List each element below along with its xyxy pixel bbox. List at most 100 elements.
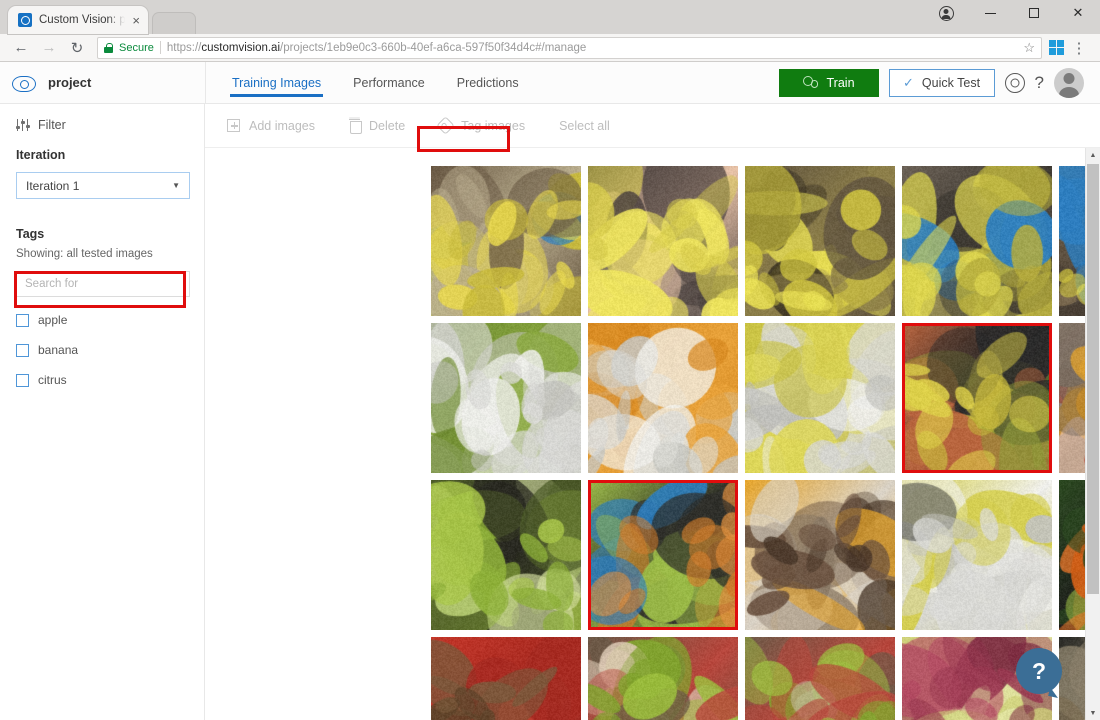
- quick-test-button[interactable]: ✓ Quick Test: [888, 68, 995, 97]
- tag-label-citrus: citrus: [38, 373, 67, 387]
- checkbox-banana[interactable]: [16, 343, 29, 357]
- minimize-icon: [984, 12, 996, 14]
- add-image-icon: [227, 119, 240, 132]
- tab-predictions[interactable]: Predictions: [441, 62, 535, 103]
- delete-button[interactable]: Delete: [349, 118, 406, 134]
- image-tile[interactable]: [431, 480, 581, 630]
- tags-heading: Tags: [16, 227, 45, 241]
- image-tile[interactable]: [588, 323, 738, 473]
- vertical-scrollbar[interactable]: ▲ ▼: [1085, 148, 1100, 720]
- image-tile[interactable]: [745, 166, 895, 316]
- iteration-select[interactable]: Iteration 1 ▼: [16, 172, 190, 199]
- header-actions: Train ✓ Quick Test ?: [778, 67, 1100, 98]
- settings-gear-icon[interactable]: [1004, 72, 1025, 93]
- custom-vision-eye-icon: [12, 72, 36, 94]
- browser-tab[interactable]: Custom Vision: project - ×: [8, 6, 148, 34]
- tag-images-button[interactable]: Tag images: [436, 116, 526, 135]
- image-grid-scroll-area: ▲ ▼ ?: [205, 148, 1100, 720]
- secure-label: Secure: [119, 41, 154, 54]
- image-tile[interactable]: [588, 637, 738, 720]
- close-icon: ✕: [1072, 5, 1084, 20]
- scroll-down-arrow[interactable]: ▼: [1086, 706, 1100, 720]
- check-icon: ✓: [903, 74, 914, 90]
- image-tile-selected[interactable]: [902, 323, 1052, 473]
- showing-status: Showing: all tested images: [16, 248, 153, 260]
- image-thumbnail: [431, 166, 581, 316]
- image-tile[interactable]: [745, 323, 895, 473]
- app-body: Filter Iteration Iteration 1 ▼ Tags Show…: [0, 104, 1100, 720]
- tab-training-images[interactable]: Training Images: [216, 62, 337, 103]
- tab-performance[interactable]: Performance: [337, 62, 441, 103]
- browser-menu-button[interactable]: ⋮: [1066, 36, 1092, 60]
- app-brand[interactable]: project: [0, 72, 205, 94]
- train-button[interactable]: Train: [778, 68, 879, 97]
- user-avatar[interactable]: [1054, 67, 1084, 98]
- image-tile[interactable]: [431, 166, 581, 316]
- image-thumbnail: [588, 323, 738, 473]
- browser-profile-button[interactable]: [924, 0, 968, 26]
- address-bar[interactable]: Secure https://customvision.ai/projects/…: [97, 36, 1042, 59]
- scroll-up-arrow[interactable]: ▲: [1086, 148, 1100, 162]
- filter-sliders-icon: [15, 119, 30, 131]
- main-nav-tabs: Training Images Performance Predictions: [216, 62, 535, 103]
- bookmark-star-icon[interactable]: ☆: [1023, 40, 1035, 56]
- url-scheme: https://: [166, 41, 202, 54]
- image-tile[interactable]: [745, 637, 895, 720]
- tag-filter-banana[interactable]: banana: [16, 343, 190, 357]
- window-minimize-button[interactable]: [968, 0, 1012, 26]
- image-thumbnail: [431, 480, 581, 630]
- select-all-button[interactable]: Select all: [559, 119, 610, 133]
- scrollbar-thumb[interactable]: [1087, 164, 1099, 594]
- tag-filter-citrus[interactable]: citrus: [16, 373, 190, 387]
- help-icon[interactable]: ?: [1035, 74, 1044, 91]
- image-thumbnail: [902, 480, 1052, 630]
- image-thumbnail: [745, 323, 895, 473]
- project-title: project: [48, 75, 92, 90]
- forward-button[interactable]: →: [36, 36, 62, 60]
- profile-icon: [938, 5, 954, 21]
- tag-images-label: Tag images: [461, 118, 526, 133]
- custom-vision-favicon-icon: [18, 13, 32, 27]
- image-tile-selected[interactable]: [588, 480, 738, 630]
- tag-filter-apple[interactable]: apple: [16, 313, 190, 327]
- image-thumbnail: [745, 480, 895, 630]
- image-tile[interactable]: [588, 166, 738, 316]
- filter-label: Filter: [38, 118, 66, 132]
- tag-search-input[interactable]: [16, 271, 190, 297]
- image-tile[interactable]: [745, 480, 895, 630]
- sidebar: Filter Iteration Iteration 1 ▼ Tags Show…: [0, 104, 205, 720]
- help-chat-label: ?: [1031, 657, 1047, 684]
- image-tile[interactable]: [902, 480, 1052, 630]
- window-maximize-button[interactable]: [1012, 0, 1056, 26]
- new-tab-button[interactable]: [152, 12, 196, 34]
- tag-label-banana: banana: [38, 343, 79, 357]
- main-panel: Add images Delete Tag images Select all …: [205, 104, 1100, 720]
- maximize-icon: [1029, 8, 1039, 18]
- filter-control[interactable]: Filter: [15, 118, 190, 132]
- reload-button[interactable]: ↻: [64, 36, 90, 60]
- image-tile[interactable]: [431, 323, 581, 473]
- back-button[interactable]: ←: [8, 36, 34, 60]
- window-close-button[interactable]: ✕: [1056, 0, 1100, 26]
- extension-icon[interactable]: [1049, 40, 1064, 55]
- add-images-button[interactable]: Add images: [227, 119, 315, 133]
- image-tile[interactable]: [431, 637, 581, 720]
- image-tile[interactable]: [902, 166, 1052, 316]
- checkbox-apple[interactable]: [16, 313, 29, 327]
- gears-icon: [802, 76, 820, 89]
- window-controls: ✕: [924, 0, 1100, 34]
- image-grid: [205, 148, 1100, 720]
- tab-close-icon[interactable]: ×: [132, 14, 140, 27]
- chevron-down-icon: ▼: [172, 181, 180, 190]
- help-chat-button[interactable]: ?: [1016, 648, 1062, 694]
- quick-test-label: Quick Test: [921, 75, 981, 90]
- lock-icon: [104, 42, 113, 53]
- checkbox-citrus[interactable]: [16, 373, 29, 387]
- delete-label: Delete: [369, 118, 406, 133]
- app-header: project Training Images Performance Pred…: [0, 61, 1100, 152]
- image-thumbnail: [745, 166, 895, 316]
- image-thumbnail: [588, 166, 738, 316]
- tag-icon: [436, 116, 455, 135]
- image-thumbnail: [431, 323, 581, 473]
- select-all-label: Select all: [559, 118, 610, 133]
